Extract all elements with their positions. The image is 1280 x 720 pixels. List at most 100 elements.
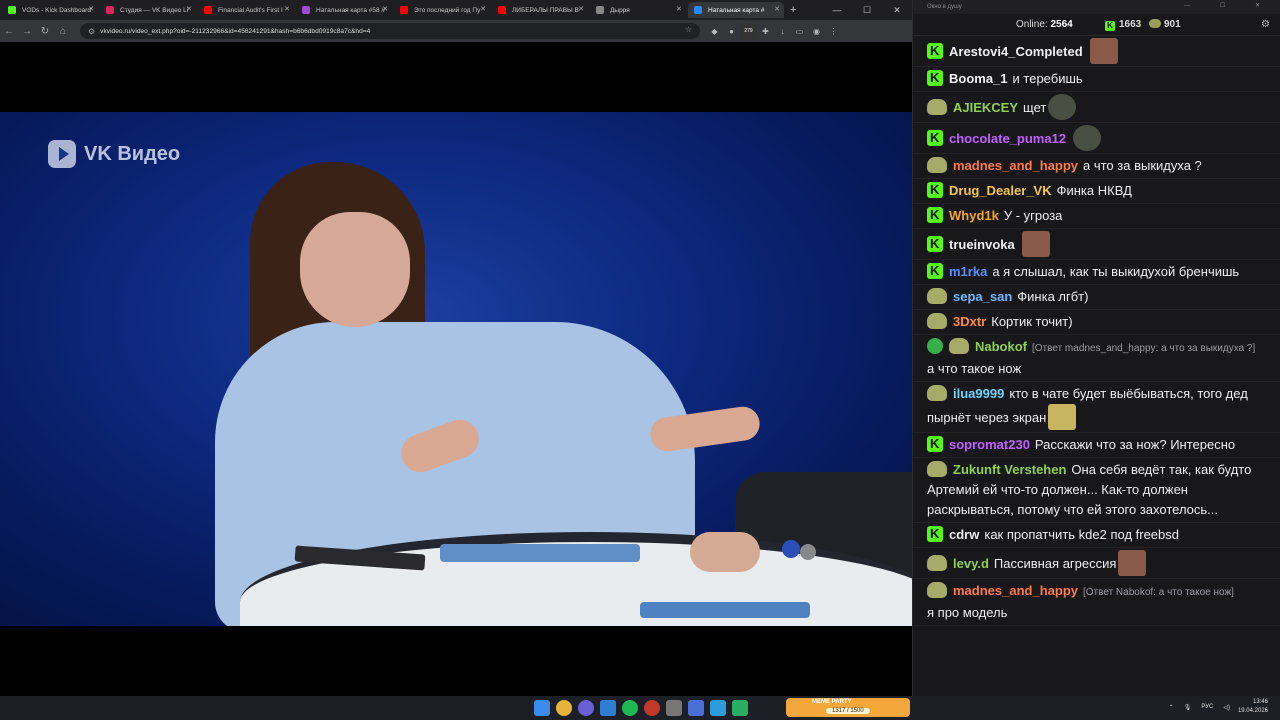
- tab-close-icon[interactable]: ✕: [480, 5, 486, 13]
- browser-tab[interactable]: Натальная карта #58 //✕: [296, 2, 392, 18]
- kick-icon: K: [1105, 21, 1115, 31]
- emote-icon: [1118, 550, 1147, 576]
- home-icon[interactable]: ⌂: [54, 22, 72, 40]
- chat-window-controls[interactable]: — ☐ ✕: [1184, 2, 1274, 9]
- extensions-puzzle-icon[interactable]: ✚: [757, 23, 774, 40]
- chat-username[interactable]: Booma_1: [949, 71, 1008, 86]
- chat-message[interactable]: Arestovi4_Completed: [913, 36, 1280, 67]
- settings-gear-icon[interactable]: ⚙: [1261, 19, 1270, 30]
- chat-username[interactable]: levy.d: [953, 556, 989, 571]
- system-tray: ⌃ 🎙 РУС ◁) 13:46 19.04.2026: [1169, 698, 1268, 716]
- browser-tab[interactable]: VODs - Kick Dashboard ✕: [2, 2, 98, 18]
- chat-message-text: а я слышал, как ты выкидухой бренчишь: [992, 264, 1240, 279]
- chat-message[interactable]: Drug_Dealer_VK Финка НКВД: [913, 179, 1280, 204]
- tab-close-icon[interactable]: ✕: [88, 5, 94, 13]
- frog-badge-icon: [927, 461, 947, 477]
- chat-message[interactable]: AJIEKCEY щет: [913, 92, 1280, 123]
- close-icon[interactable]: ✕: [882, 0, 912, 20]
- browser-tab[interactable]: Financial Audit's First I ✕: [198, 2, 294, 18]
- chat-message[interactable]: madnes_and_happy [Ответ Nabokof: а что та…: [913, 579, 1280, 626]
- extension-icon[interactable]: ◆: [706, 23, 723, 40]
- minimize-icon[interactable]: —: [822, 0, 852, 20]
- chat-username[interactable]: 3Dxtr: [953, 314, 986, 329]
- chat-username[interactable]: AJIEKCEY: [953, 100, 1018, 115]
- app-icon[interactable]: [710, 700, 726, 716]
- chat-username[interactable]: m1rka: [949, 264, 987, 279]
- chat-message[interactable]: Zukunft Verstehen Она себя ведёт так, как…: [913, 458, 1280, 523]
- tab-close-icon[interactable]: ✕: [578, 5, 584, 13]
- reload-icon[interactable]: ↻: [36, 22, 54, 40]
- back-icon[interactable]: ←: [0, 22, 18, 40]
- media-player-icon[interactable]: [688, 700, 704, 716]
- chat-message[interactable]: 3Dxtr Кортик точит): [913, 310, 1280, 335]
- spotify-icon[interactable]: [622, 700, 638, 716]
- tab-close-icon[interactable]: ✕: [382, 5, 388, 13]
- chat-username[interactable]: madnes_and_happy: [953, 158, 1078, 173]
- discord-icon[interactable]: [578, 700, 594, 716]
- browser-tab[interactable]: Натальная карта # ✕: [688, 2, 784, 18]
- browser-tab[interactable]: ЛИБЕРАЛЫ ПРАВЫ В ✕: [492, 2, 588, 18]
- chrome-icon[interactable]: [556, 700, 572, 716]
- chat-message[interactable]: Whyd1k У - угроза: [913, 204, 1280, 229]
- chat-username[interactable]: Arestovi4_Completed: [949, 44, 1083, 59]
- browser-tab[interactable]: Студия — VK Видео Li ✕: [100, 2, 196, 18]
- forward-icon[interactable]: →: [18, 22, 36, 40]
- steam-icon[interactable]: [600, 700, 616, 716]
- app-icon[interactable]: [666, 700, 682, 716]
- chat-username[interactable]: ilua9999: [953, 386, 1004, 401]
- language-indicator[interactable]: РУС: [1201, 704, 1213, 710]
- download-icon[interactable]: ↓: [774, 23, 791, 40]
- tab-close-icon[interactable]: ✕: [186, 5, 192, 13]
- chat-message[interactable]: cdrw как пропатчить kde2 под freebsd: [913, 523, 1280, 548]
- chat-username[interactable]: trueinvoka: [949, 237, 1015, 252]
- tab-close-icon[interactable]: ✕: [284, 5, 290, 13]
- chat-username[interactable]: Drug_Dealer_VK: [949, 183, 1052, 198]
- new-tab-button[interactable]: +: [790, 4, 796, 16]
- obs-icon[interactable]: [644, 700, 660, 716]
- chat-message[interactable]: sepa_san Финка лгбт): [913, 285, 1280, 310]
- browser-tab[interactable]: Это последний год Пу ✕: [394, 2, 490, 18]
- clock[interactable]: 13:46 19.04.2026: [1238, 698, 1268, 716]
- browser-tab[interactable]: Дырря ✕: [590, 2, 686, 18]
- windows-start-icon[interactable]: [534, 700, 550, 716]
- url-text: vkvideo.ru/video_ext.php?oid=-211232966&…: [100, 27, 371, 35]
- chat-username[interactable]: Zukunft Verstehen: [953, 462, 1066, 477]
- chat-message[interactable]: chocolate_puma12: [913, 123, 1280, 154]
- chat-username[interactable]: Whyd1k: [949, 208, 999, 223]
- extension-badge[interactable]: 279: [740, 22, 757, 40]
- menu-icon[interactable]: ⋮: [825, 23, 842, 40]
- tab-close-icon[interactable]: ✕: [774, 5, 780, 13]
- profile-icon[interactable]: ◉: [808, 23, 825, 40]
- chat-message-list[interactable]: Arestovi4_Completed Booma_1 и теребишь AJIE…: [913, 36, 1280, 626]
- tab-label: Это последний год Пу: [414, 6, 481, 14]
- video-player[interactable]: VK Видео: [0, 42, 912, 696]
- app-icon[interactable]: [732, 700, 748, 716]
- chat-username[interactable]: sopromat230: [949, 437, 1030, 452]
- tray-chevron-icon[interactable]: ⌃: [1169, 704, 1174, 711]
- chat-message[interactable]: madnes_and_happy а что за выкидуха ?: [913, 154, 1280, 179]
- site-info-icon[interactable]: ⚙: [88, 27, 95, 36]
- chat-message[interactable]: Booma_1 и теребишь: [913, 67, 1280, 92]
- chat-message[interactable]: ilua9999 кто в чате будет выёбываться, то…: [913, 382, 1280, 433]
- chat-username[interactable]: sepa_san: [953, 289, 1012, 304]
- chat-window: Окно в душу — ☐ ✕ Online: 2564 K 1663 901…: [912, 0, 1280, 696]
- chat-message[interactable]: m1rka а я слышал, как ты выкидухой бренчи…: [913, 260, 1280, 285]
- online-stat: Online: 2564: [1016, 19, 1073, 30]
- maximize-icon[interactable]: ☐: [852, 0, 882, 20]
- chat-username[interactable]: cdrw: [949, 527, 979, 542]
- chat-username[interactable]: Nabokof: [975, 339, 1027, 354]
- tab-close-icon[interactable]: ✕: [676, 5, 682, 13]
- chat-message[interactable]: Nabokof [Ответ madnes_and_happy: а что за…: [913, 335, 1280, 382]
- meme-party-widget[interactable]: MEME PARTY 1317 / 1500: [786, 698, 910, 717]
- chat-username[interactable]: madnes_and_happy: [953, 583, 1078, 598]
- chat-username[interactable]: chocolate_puma12: [949, 131, 1066, 146]
- address-bar[interactable]: ⚙ vkvideo.ru/video_ext.php?oid=-21123296…: [80, 23, 700, 39]
- bookmark-star-icon[interactable]: ☆: [685, 25, 692, 34]
- extension-icon[interactable]: ●: [723, 23, 740, 40]
- chat-message[interactable]: trueinvoka: [913, 229, 1280, 260]
- microphone-icon[interactable]: 🎙: [1184, 704, 1192, 711]
- chat-message[interactable]: sopromat230 Расскажи что за нож? Интересн…: [913, 433, 1280, 458]
- volume-icon[interactable]: ◁): [1223, 704, 1230, 711]
- split-view-icon[interactable]: ▭: [791, 23, 808, 40]
- chat-message[interactable]: levy.d Пассивная агрессия: [913, 548, 1280, 579]
